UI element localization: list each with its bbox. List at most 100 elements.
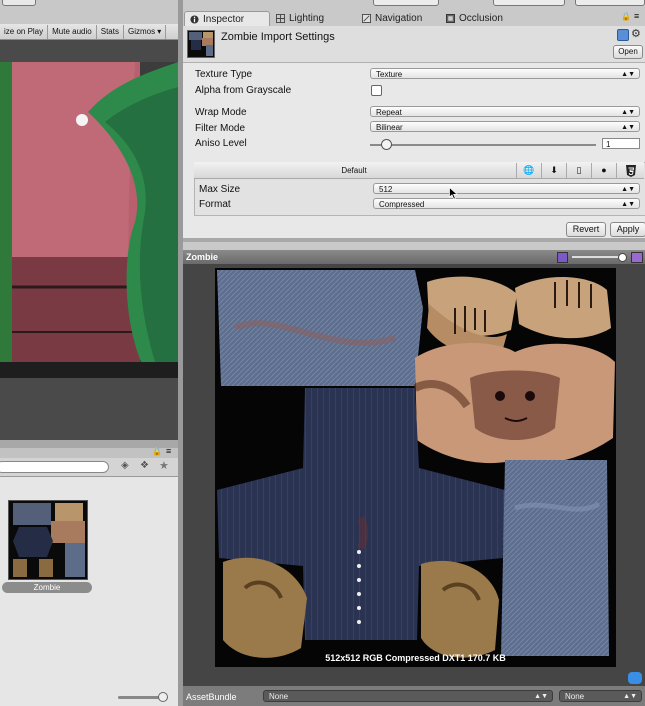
- game-scene-render: [0, 62, 178, 378]
- navigation-icon: [362, 14, 371, 23]
- platform-tab-ios[interactable]: ▯: [566, 163, 591, 178]
- aniso-level-slider[interactable]: [370, 144, 596, 146]
- phone-icon: ▯: [576, 165, 582, 175]
- inspector-asset-thumbnail: [187, 30, 215, 58]
- thumbnail-texture-image: [9, 501, 87, 579]
- tab-inspector-label: Inspector: [203, 14, 245, 25]
- step-button[interactable]: [2, 0, 36, 6]
- wrap-mode-value: Repeat: [376, 108, 402, 117]
- html5-icon: [625, 165, 636, 177]
- wrap-mode-dropdown[interactable]: Repeat ▲▼: [370, 106, 640, 117]
- header-texture-image: [188, 31, 214, 57]
- apply-button[interactable]: Apply: [610, 222, 645, 237]
- zombie-texture-atlas: [215, 268, 616, 667]
- layers-dropdown[interactable]: [373, 0, 439, 6]
- platform-tab-html5[interactable]: [616, 163, 644, 178]
- tab-navigation[interactable]: Navigation: [357, 11, 447, 26]
- download-icon: ⬇: [550, 165, 558, 175]
- tab-inspector[interactable]: Inspector: [184, 11, 270, 27]
- tab-occlusion-label: Occlusion: [459, 13, 503, 24]
- lighting-icon: [276, 14, 285, 23]
- asset-bundle-label: AssetBundle: [186, 692, 237, 702]
- format-value: Compressed: [379, 200, 425, 209]
- platform-tab-standalone[interactable]: ⬇: [541, 163, 566, 178]
- dropdown-arrow-icon: ▲▼: [623, 693, 637, 700]
- layout-dropdown[interactable]: [493, 0, 565, 6]
- asset-name-label[interactable]: Zombie: [2, 582, 92, 593]
- panel-menu-icon[interactable]: ≡: [166, 446, 171, 456]
- inspector-lock-icon[interactable]: 🔒: [621, 12, 631, 21]
- dropdown-arrow-icon: ▲▼: [534, 693, 548, 700]
- mute-audio-toggle[interactable]: Mute audio: [48, 24, 97, 39]
- alpha-from-grayscale-checkbox[interactable]: [371, 85, 382, 96]
- max-size-value: 512: [379, 185, 393, 194]
- asset-bundle-variant-dropdown[interactable]: None ▲▼: [559, 690, 642, 702]
- android-icon: ●: [601, 165, 607, 175]
- asset-bundle-variant-value: None: [565, 692, 585, 701]
- thumbnail-size-slider-knob[interactable]: [158, 692, 168, 702]
- aniso-level-slider-knob[interactable]: [381, 139, 392, 150]
- dropdown-arrow-icon: ▲▼: [621, 186, 635, 193]
- format-dropdown[interactable]: Compressed ▲▼: [373, 198, 640, 209]
- tab-strip: Inspector Lighting Navigation Occlusion …: [183, 0, 645, 27]
- help-book-icon[interactable]: [617, 29, 629, 41]
- dropdown-arrow-icon: ▲▼: [621, 109, 635, 116]
- maximize-on-play-toggle[interactable]: ize on Play: [0, 24, 49, 39]
- open-button[interactable]: Open: [613, 45, 643, 59]
- texture-type-dropdown[interactable]: Texture ▲▼: [370, 68, 640, 79]
- format-label: Format: [199, 199, 231, 210]
- import-settings-title: Zombie Import Settings: [221, 31, 335, 43]
- preview-divider[interactable]: [183, 242, 645, 250]
- tab-occlusion[interactable]: Occlusion: [441, 11, 535, 26]
- filter-mode-dropdown[interactable]: Bilinear ▲▼: [370, 121, 640, 132]
- platform-tab-android[interactable]: ●: [591, 163, 616, 178]
- mipmap-icon[interactable]: [631, 252, 643, 263]
- game-view-toolbar: ize on Play Mute audio Stats Gizmos ▾: [0, 24, 178, 40]
- mip-level-slider-knob[interactable]: [618, 253, 627, 262]
- mouse-cursor-icon: [449, 187, 458, 200]
- dropdown-arrow-icon: ▲▼: [621, 124, 635, 131]
- filter-by-type-icon[interactable]: ◈: [121, 460, 129, 471]
- filter-by-label-icon[interactable]: ❖: [140, 460, 149, 471]
- aniso-level-label: Aniso Level: [195, 138, 247, 149]
- dropdown-arrow-icon: ▲▼: [621, 71, 635, 78]
- asset-thumbnail-zombie[interactable]: [8, 500, 88, 580]
- project-panel-header: 🔒 ≡: [0, 446, 178, 458]
- account-dropdown[interactable]: [575, 0, 645, 6]
- texture-type-value: Texture: [376, 70, 403, 79]
- asset-bundle-name-value: None: [269, 692, 289, 701]
- occlusion-icon: [446, 14, 455, 23]
- asset-labels-icon[interactable]: [628, 672, 642, 684]
- gear-icon[interactable]: ⚙: [631, 27, 641, 40]
- platform-tab-default[interactable]: Default: [194, 163, 514, 178]
- globe-icon: 🌐: [523, 165, 535, 175]
- favorite-star-icon[interactable]: ★: [159, 459, 169, 472]
- max-size-label: Max Size: [199, 184, 241, 195]
- asset-bundle-name-dropdown[interactable]: None ▲▼: [263, 690, 553, 702]
- scene-image: [0, 62, 178, 378]
- tab-lighting-label: Lighting: [289, 13, 325, 24]
- inspector-menu-icon[interactable]: ≡: [634, 11, 639, 21]
- dropdown-arrow-icon: ▲▼: [621, 201, 635, 208]
- texture-preview-image: [215, 268, 616, 667]
- filter-mode-value: Bilinear: [376, 123, 403, 132]
- top-toolbar-strip: [0, 0, 178, 24]
- info-icon: [190, 15, 199, 24]
- texture-type-label: Texture Type: [195, 69, 253, 80]
- wrap-mode-label: Wrap Mode: [195, 107, 247, 118]
- alpha-from-grayscale-label: Alpha from Grayscale: [195, 85, 292, 96]
- texture-info-text: 512x512 RGB Compressed DXT1 170.7 KB: [325, 653, 506, 663]
- lock-icon[interactable]: 🔒: [152, 447, 162, 456]
- project-search-input[interactable]: [0, 461, 109, 473]
- preview-title: Zombie: [186, 252, 219, 262]
- color-channel-icon[interactable]: [557, 252, 568, 263]
- thumbnail-size-slider[interactable]: [118, 696, 162, 699]
- platform-tab-web[interactable]: 🌐: [516, 163, 541, 178]
- revert-button[interactable]: Revert: [566, 222, 606, 237]
- mip-level-slider[interactable]: [572, 256, 622, 258]
- stats-toggle[interactable]: Stats: [97, 24, 124, 39]
- gizmos-dropdown[interactable]: Gizmos ▾: [124, 24, 167, 39]
- max-size-dropdown[interactable]: 512 ▲▼: [373, 183, 640, 194]
- aniso-level-field[interactable]: 1: [602, 138, 640, 149]
- tab-lighting[interactable]: Lighting: [271, 11, 349, 26]
